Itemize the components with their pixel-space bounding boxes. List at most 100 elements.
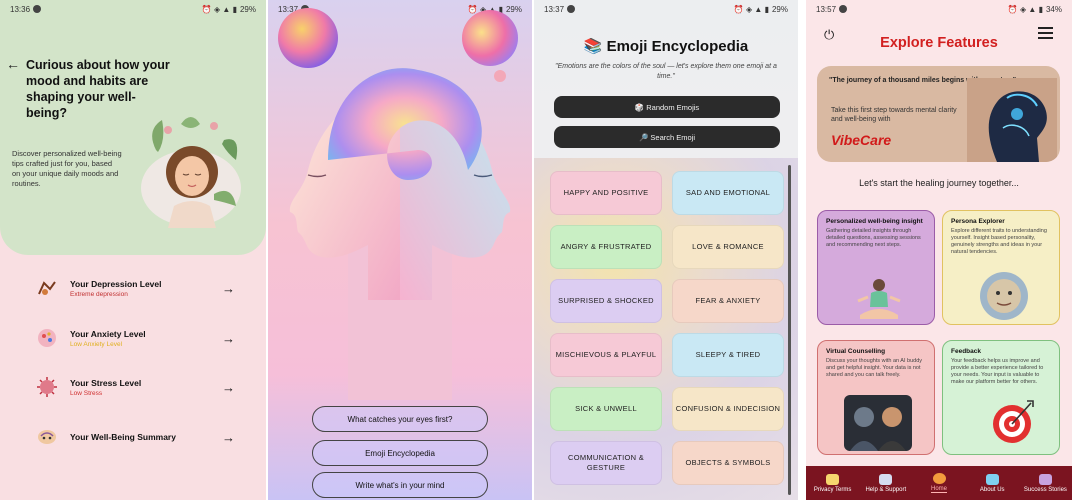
anxiety-level-card[interactable]: Your Anxiety Level Low Anxiety Level → [16, 319, 250, 357]
nav-label: Home [931, 486, 948, 493]
battery-level: 34% [1045, 4, 1062, 14]
about-icon [985, 473, 999, 485]
card-title: Personalized well-being insight [826, 218, 923, 225]
mind-menu-screen: 13:37 ⏰ ◈ ▲ ▮29% ← What catches your eye… [268, 0, 532, 500]
home-icon [932, 473, 946, 484]
status-time: 13:57 [816, 4, 837, 14]
persona-face-icon [980, 272, 1028, 320]
signal-icons: ⏰ ◈ ▲ ▮ [733, 4, 769, 14]
scrollbar[interactable] [788, 165, 791, 495]
nav-label: Success Stories [1023, 486, 1067, 493]
nav-label: About Us [979, 486, 1005, 493]
card-title: Your Anxiety Level [70, 328, 146, 339]
search-emoji-button[interactable]: 🔎 Search Emoji [554, 126, 780, 148]
card-subtitle: Extreme depression [70, 290, 128, 298]
stories-icon [1038, 473, 1052, 485]
intro-banner: "The journey of a thousand miles begins … [817, 66, 1060, 162]
emoji-category-button[interactable]: SURPRISED & SHOCKED [550, 279, 662, 323]
feature-card-insight[interactable]: Personalized well-being insight Gatherin… [817, 210, 935, 325]
emoji-category-button[interactable]: CONFUSION & INDECISION [672, 387, 784, 431]
arrow-right-icon: → [222, 379, 235, 395]
emoji-category-button[interactable]: FEAR & ANXIETY [672, 279, 784, 323]
random-emojis-button[interactable]: 🎲 Random Emojis [554, 96, 780, 118]
page-subtitle: Let's start the healing journey together… [859, 178, 1019, 188]
explore-features-screen: 13:57 ⏰ ◈ ▲ ▮ 34% ⏻ Explore Features "The… [806, 0, 1072, 500]
status-bar: 13:57 ⏰ ◈ ▲ ▮ 34% [806, 0, 1072, 18]
emoji-category-button[interactable]: MISCHIEVOUS & PLAYFUL [550, 333, 662, 377]
signal-icons: ⏰ ◈ ▲ ▮ [201, 4, 237, 14]
status-bar: 13:37 ⏰ ◈ ▲ ▮ 29% [534, 0, 798, 18]
nav-success-stories[interactable]: Success Stories [1019, 466, 1072, 500]
meditation-pose-icon [857, 279, 901, 319]
notification-icon [567, 5, 576, 13]
abstract-faces-artwork [278, 8, 518, 400]
status-bar: 13:36 ⏰ ◈ ▲ ▮ 29% [0, 0, 266, 18]
anxiety-icon [36, 327, 58, 349]
nav-about-us[interactable]: About Us [966, 466, 1019, 500]
status-time: 13:36 [10, 4, 31, 14]
nav-help-support[interactable]: Help & Support [859, 466, 912, 500]
bottom-navigation: Privacy Terms Help & Support Home About … [806, 466, 1072, 500]
privacy-icon [826, 473, 840, 485]
emoji-category-button[interactable]: HAPPY AND POSITIVE [550, 171, 662, 215]
battery-level: 29% [771, 4, 788, 14]
depression-level-card[interactable]: Your Depression Level Extreme depression … [16, 269, 250, 307]
signal-icons: ⏰ ◈ ▲ ▮ [1007, 4, 1043, 14]
emoji-category-button[interactable]: SLEEPY & TIRED [672, 333, 784, 377]
depression-icon [36, 277, 58, 299]
status-time: 13:37 [544, 4, 565, 14]
emoji-encyclopedia-screen: 13:37 ⏰ ◈ ▲ ▮ 29% 📚 Emoji Encyclopedia "E… [534, 0, 798, 500]
page-title: 📚 Emoji Encyclopedia [583, 38, 749, 55]
arrow-right-icon: → [222, 429, 235, 445]
feature-card-feedback[interactable]: Feedback Your feedback helps us improve … [942, 340, 1060, 455]
arrow-right-icon: → [222, 330, 235, 346]
card-subtitle: Low Anxiety Level [70, 340, 123, 348]
screens-collage: 13:36 ⏰ ◈ ▲ ▮ 29% ← Curious about how you… [0, 0, 1072, 500]
stress-icon [36, 376, 58, 398]
card-title: Your Depression Level [70, 278, 162, 289]
emoji-category-button[interactable]: LOVE & ROMANCE [672, 225, 784, 269]
page-quote: "Emotions are the colors of the soul — l… [555, 63, 777, 80]
card-description: Gathering detailed insights through deta… [826, 228, 921, 248]
back-arrow-icon[interactable]: ← [6, 56, 20, 72]
card-title: Persona Explorer [951, 218, 1005, 225]
banner-text: Take this first step towards mental clar… [831, 107, 957, 123]
eye-catcher-button[interactable]: What catches your eyes first? [312, 406, 488, 432]
nav-privacy-terms[interactable]: Privacy Terms [806, 466, 859, 500]
emoji-category-button[interactable]: OBJECTS & SYMBOLS [672, 441, 784, 485]
card-title: Your Stress Level [70, 377, 142, 388]
brand-logo: VibeCare [831, 132, 892, 148]
arrow-right-icon: → [222, 280, 235, 296]
meditating-woman-illustration [141, 117, 241, 228]
page-title: Explore Features [880, 35, 998, 51]
wellbeing-insight-screen: 13:36 ⏰ ◈ ▲ ▮ 29% ← Curious about how you… [0, 0, 266, 500]
target-icon [993, 400, 1034, 443]
wellbeing-summary-card[interactable]: Your Well-Being Summary → [16, 418, 250, 456]
battery-level: 29% [239, 4, 256, 14]
wellbeing-icon [36, 426, 58, 448]
card-description: Discuss your thoughts with an AI buddy a… [826, 358, 922, 378]
journal-button[interactable]: Write what's in your mind [312, 472, 488, 498]
help-icon [879, 473, 893, 485]
feature-card-persona[interactable]: Persona Explorer Explore different trait… [942, 210, 1060, 325]
emoji-category-button[interactable]: ANGRY & FRUSTRATED [550, 225, 662, 269]
glowing-head-illustration [967, 78, 1057, 162]
nav-home[interactable]: Home [912, 466, 965, 500]
card-title: Virtual Counselling [826, 348, 886, 355]
nav-label: Help & Support [865, 486, 907, 493]
card-description: Explore different traits to understandin… [951, 228, 1047, 255]
emoji-encyclopedia-button[interactable]: Emoji Encyclopedia [312, 440, 488, 466]
stress-level-card[interactable]: Your Stress Level Low Stress → [16, 368, 250, 406]
ai-conversation-icon [844, 395, 912, 451]
nav-label: Privacy Terms [813, 486, 852, 493]
emoji-category-button[interactable]: COMMUNICATION & GESTURE [550, 441, 662, 485]
notification-icon [33, 5, 42, 13]
card-title: Your Well-Being Summary [70, 432, 176, 442]
feature-card-counselling[interactable]: Virtual Counselling Discuss your thought… [817, 340, 935, 455]
notification-icon [839, 5, 848, 13]
page-description: Discover personalized well-being tips cr… [12, 149, 122, 188]
emoji-category-button[interactable]: SAD AND EMOTIONAL [672, 171, 784, 215]
card-subtitle: Low Stress [70, 389, 103, 397]
emoji-category-button[interactable]: SICK & UNWELL [550, 387, 662, 431]
card-title: Feedback [951, 348, 981, 355]
